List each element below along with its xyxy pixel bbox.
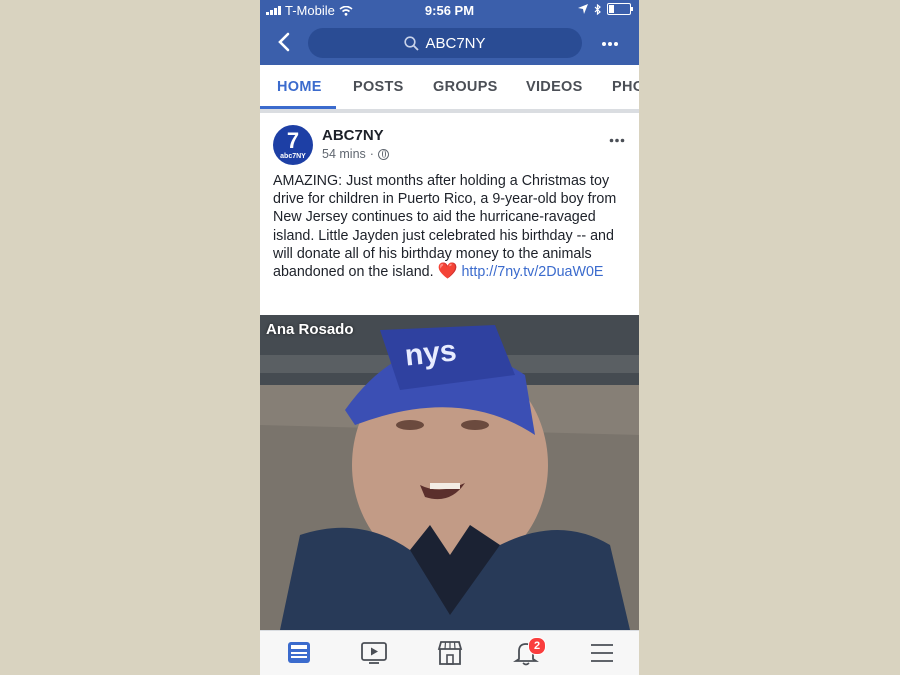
more-options-button[interactable]	[601, 30, 619, 53]
post-text: AMAZING: Just months after holding a Chr…	[273, 172, 633, 281]
tab-posts[interactable]: POSTS	[353, 79, 404, 95]
status-bar: T-Mobile 9:56 PM	[260, 0, 639, 22]
tab-photos[interactable]: PHO	[612, 79, 639, 95]
post-meta: 54 mins ·	[322, 147, 389, 161]
more-dots-icon	[602, 42, 618, 46]
tab-videos[interactable]: VIDEOS	[526, 79, 583, 95]
avatar[interactable]: 7 abc7NY	[273, 125, 313, 165]
bluetooth-icon	[594, 3, 601, 15]
search-bar[interactable]: ABC7NY	[308, 28, 582, 58]
news-feed-icon[interactable]	[285, 640, 313, 666]
svg-text:nys: nys	[403, 334, 458, 372]
active-tab-indicator	[260, 106, 336, 109]
page-tabs: HOME POSTS GROUPS VIDEOS PHO	[260, 65, 639, 113]
location-arrow-icon	[578, 4, 588, 14]
status-icons	[578, 3, 633, 15]
tab-home[interactable]: HOME	[277, 79, 322, 95]
back-button[interactable]	[274, 31, 298, 55]
menu-icon[interactable]	[588, 640, 616, 666]
search-text: ABC7NY	[425, 34, 486, 52]
notification-badge: 2	[528, 637, 546, 655]
notifications-button[interactable]: 2	[512, 637, 546, 666]
search-icon	[404, 35, 420, 51]
meta-separator: ·	[369, 147, 374, 161]
battery-icon	[607, 3, 633, 15]
video-caption: Ana Rosado	[266, 321, 354, 338]
post-author[interactable]: ABC7NY	[322, 127, 384, 144]
watch-video-icon[interactable]	[360, 640, 388, 666]
tab-groups[interactable]: GROUPS	[433, 79, 498, 95]
video-frame-illustration: nys	[260, 315, 639, 630]
post-options-button[interactable]	[609, 127, 625, 148]
marketplace-icon[interactable]	[436, 640, 464, 666]
chevron-left-icon	[278, 32, 290, 52]
phone-screen: T-Mobile 9:56 PM ABC7NY HOME POSTS GROUP…	[260, 0, 639, 675]
top-bar: T-Mobile 9:56 PM ABC7NY	[260, 0, 639, 65]
post-link[interactable]: http://7ny.tv/2DuaW0E	[461, 264, 603, 280]
avatar-logo-number: 7	[286, 128, 300, 153]
globe-icon	[377, 148, 389, 160]
avatar-logo-text: abc7NY	[280, 153, 306, 160]
heart-icon: ❤️	[437, 263, 458, 281]
post-video[interactable]: nys Ana Rosado	[260, 315, 639, 630]
nav-row: ABC7NY	[260, 24, 639, 64]
more-dots-icon	[609, 138, 625, 143]
bottom-nav: 2	[260, 630, 639, 675]
post-time[interactable]: 54 mins	[322, 147, 366, 161]
